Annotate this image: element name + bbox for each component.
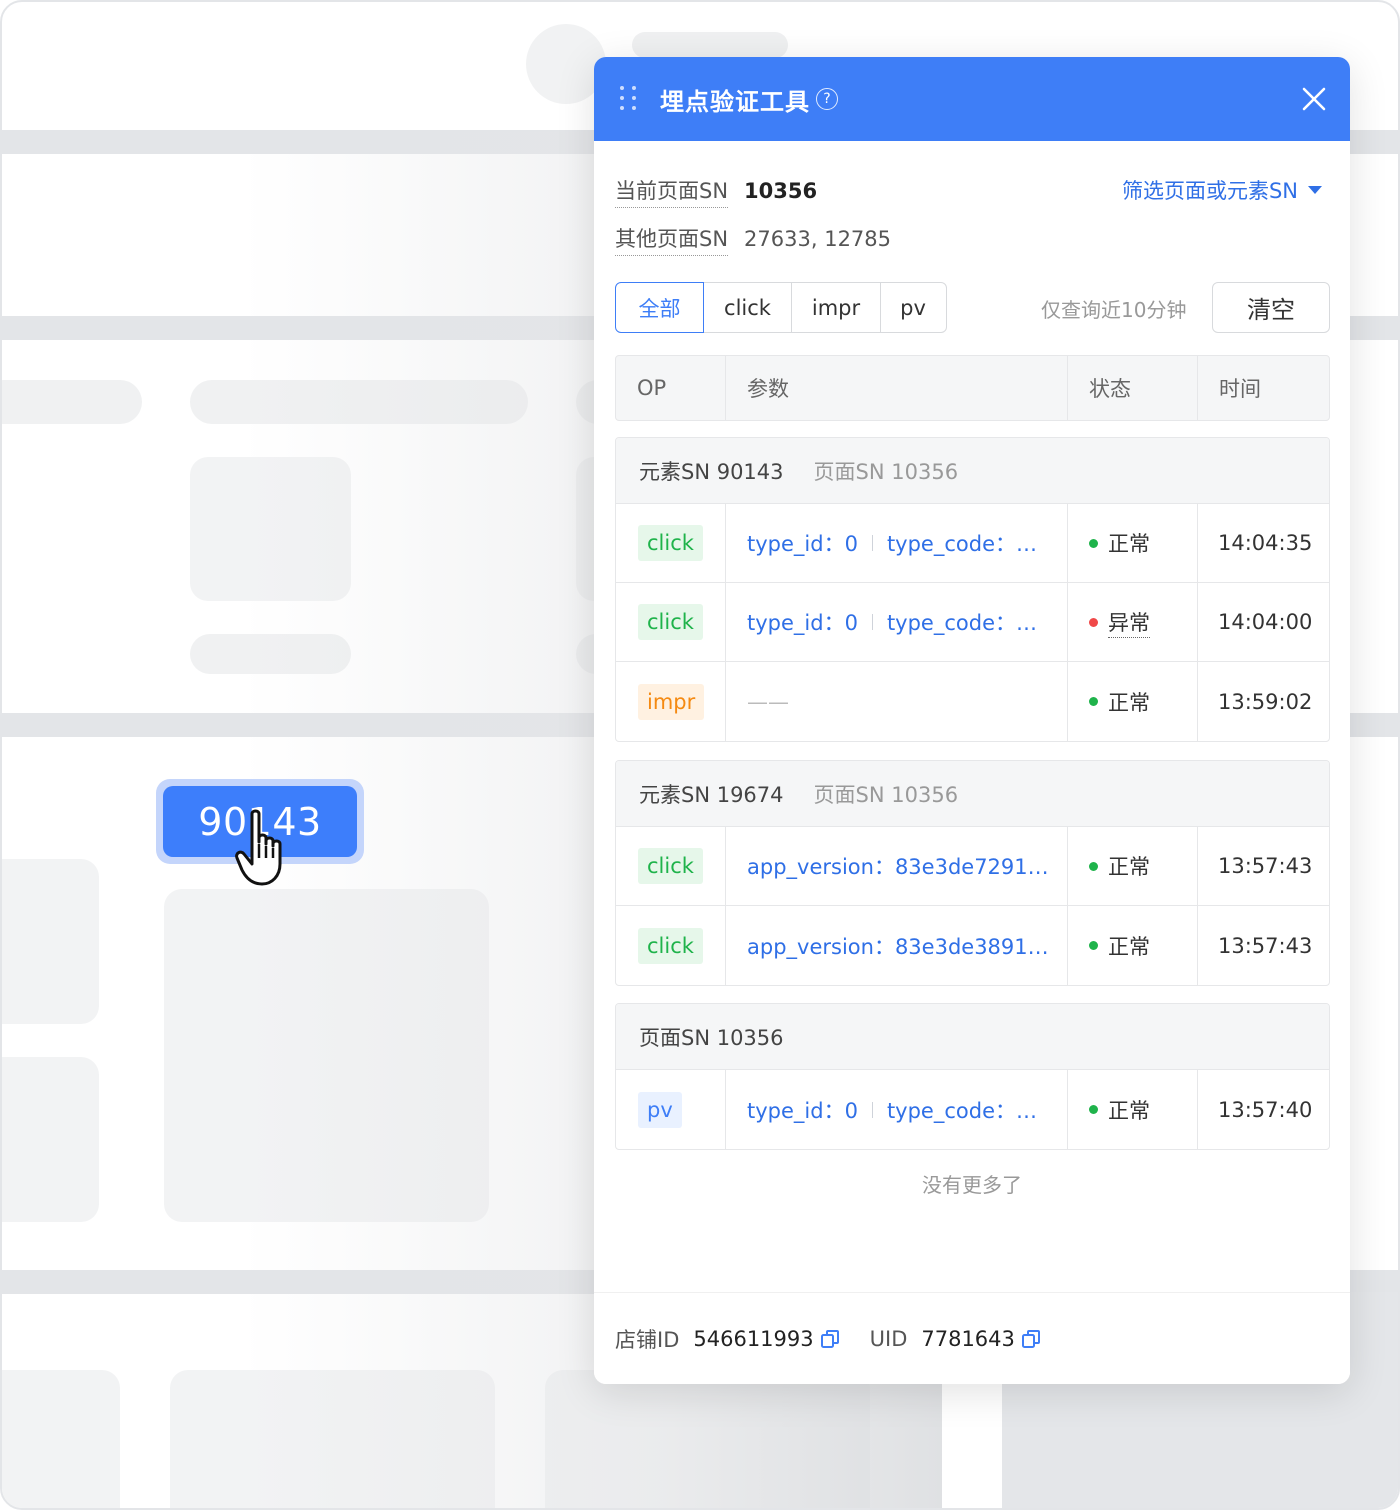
status-text: 正常	[1108, 1098, 1150, 1123]
param-text: type_id：0	[747, 1098, 858, 1123]
group-page-sn: 页面SN 10356	[813, 459, 959, 484]
title-placeholder	[632, 32, 788, 58]
status-text: 正常	[1108, 934, 1150, 959]
param-text: type_code：…	[886, 532, 1037, 556]
panel-footer: 店铺ID 546611993 UID 7781643	[594, 1292, 1350, 1384]
op-badge: click	[638, 927, 703, 964]
status-dot	[1089, 1105, 1098, 1114]
param-text: app_version：83e3de7291…	[747, 855, 1049, 879]
panel-header[interactable]: 埋点验证工具 ?	[594, 57, 1350, 141]
group-header: 页面SN 10356	[616, 1004, 1329, 1070]
time-cell: 14:04:00	[1218, 610, 1313, 634]
event-group: 元素SN 19674 页面SN 10356 click app_version：…	[615, 760, 1330, 986]
caret-down-icon	[1308, 186, 1322, 194]
table-row[interactable]: click type_id：0 type_code：… 异常 14:04:00	[616, 583, 1329, 662]
group-header: 元素SN 90143 页面SN 10356	[616, 438, 1329, 504]
status-dot	[1089, 617, 1098, 627]
placeholder-card	[2, 859, 99, 1024]
drag-handle-icon[interactable]	[620, 86, 638, 112]
group-element-sn: 元素SN 90143	[639, 459, 784, 484]
column-op: OP	[616, 356, 726, 420]
param-text: type_code：…	[886, 1098, 1037, 1123]
filter-sn-label: 筛选页面或元素SN	[1121, 179, 1298, 203]
column-params: 参数	[726, 356, 1068, 420]
event-group: 元素SN 90143 页面SN 10356 click type_id：0 typ…	[615, 437, 1330, 742]
status-text: 正常	[1108, 532, 1150, 556]
time-cell: 13:59:02	[1218, 689, 1313, 714]
empty-params: ——	[747, 689, 789, 714]
event-group: 页面SN 10356 pv type_id：0 type_code：… 正常 13…	[615, 1003, 1330, 1150]
close-icon[interactable]	[1300, 85, 1328, 113]
uid-value: 7781643	[921, 1326, 1015, 1351]
time-cell: 13:57:43	[1218, 933, 1313, 958]
status-dot	[1089, 861, 1098, 871]
param-text: type_id：0	[747, 532, 858, 556]
time-cell: 14:04:35	[1218, 531, 1313, 555]
group-page-sn: 页面SN 10356	[813, 782, 959, 807]
panel-title: 埋点验证工具	[660, 87, 810, 116]
tab-all[interactable]: 全部	[615, 282, 704, 333]
status-text-error[interactable]: 异常	[1108, 607, 1150, 638]
status-dot	[1089, 941, 1098, 950]
status-text: 正常	[1108, 855, 1150, 879]
tab-pv[interactable]: pv	[879, 282, 947, 333]
params-cell[interactable]: type_id：0 type_code：…	[726, 1070, 1068, 1149]
tracking-verify-panel: 埋点验证工具 ? 当前页面SN 10356 其他页面SN 27633, 1278…	[594, 57, 1350, 1384]
status-text: 正常	[1108, 690, 1150, 715]
time-cell: 13:57:43	[1218, 854, 1313, 878]
table-header: OP 参数 状态 时间	[615, 355, 1330, 421]
op-badge: click	[638, 848, 703, 884]
current-page-sn-label: 当前页面SN	[615, 175, 729, 208]
params-cell[interactable]: type_id：0 type_code：…	[726, 583, 1068, 661]
help-icon[interactable]: ?	[816, 88, 838, 110]
placeholder-bar	[2, 380, 142, 424]
status-dot	[1089, 538, 1098, 548]
param-text: type_code：…	[886, 611, 1037, 635]
op-badge: pv	[638, 1091, 682, 1128]
param-text: app_version：83e3de3891…	[747, 934, 1049, 959]
tab-impr[interactable]: impr	[791, 282, 881, 333]
clear-button[interactable]: 清空	[1212, 282, 1330, 333]
params-cell[interactable]: type_id：0 type_code：…	[726, 504, 1068, 582]
filter-sn-dropdown[interactable]: 筛选页面或元素SN	[1122, 175, 1322, 205]
table-row[interactable]: pv type_id：0 type_code：… 正常 13:57:40	[616, 1070, 1329, 1149]
table-row[interactable]: click type_id：0 type_code：… 正常 14:04:35	[616, 504, 1329, 583]
current-page-sn: 当前页面SN 10356	[615, 175, 817, 208]
hand-cursor-icon	[235, 809, 282, 886]
no-more-text: 没有更多了	[922, 1173, 1022, 1197]
placeholder-card	[2, 1370, 120, 1508]
op-badge: click	[638, 604, 703, 640]
other-page-sn-value: 27633, 12785	[744, 227, 892, 251]
op-badge: impr	[638, 683, 705, 720]
params-cell[interactable]: app_version：83e3de3891…	[726, 906, 1068, 985]
op-badge: click	[638, 525, 703, 561]
copy-icon[interactable]	[820, 1329, 840, 1349]
group-page-sn: 页面SN 10356	[639, 1025, 784, 1050]
uid-label: UID	[869, 1326, 908, 1351]
copy-icon[interactable]	[1021, 1329, 1041, 1349]
status-dot	[1089, 697, 1098, 706]
column-status: 状态	[1068, 356, 1198, 420]
other-page-sn-label: 其他页面SN	[615, 223, 729, 256]
param-text: type_id：0	[747, 611, 858, 635]
placeholder-card	[2, 1057, 99, 1222]
time-cell: 13:57:40	[1218, 1097, 1313, 1122]
op-filter-tabs: 全部 click impr pv	[615, 282, 947, 333]
tab-click[interactable]: click	[702, 282, 793, 333]
recent-hint: 仅查询近10分钟	[1041, 298, 1187, 322]
table-row[interactable]: click app_version：83e3de3891… 正常 13:57:4…	[616, 906, 1329, 985]
table-row[interactable]: click app_version：83e3de7291… 正常 13:57:4…	[616, 827, 1329, 906]
shop-id-value: 546611993	[693, 1326, 814, 1351]
shop-id-label: 店铺ID	[615, 1327, 680, 1352]
params-cell[interactable]: app_version：83e3de7291…	[726, 827, 1068, 905]
other-page-sn: 其他页面SN 27633, 12785	[615, 223, 891, 256]
column-time: 时间	[1219, 377, 1261, 401]
table-row[interactable]: impr —— 正常 13:59:02	[616, 662, 1329, 741]
current-page-sn-value: 10356	[744, 179, 818, 203]
group-element-sn: 元素SN 19674	[639, 782, 784, 807]
group-header: 元素SN 19674 页面SN 10356	[616, 761, 1329, 827]
